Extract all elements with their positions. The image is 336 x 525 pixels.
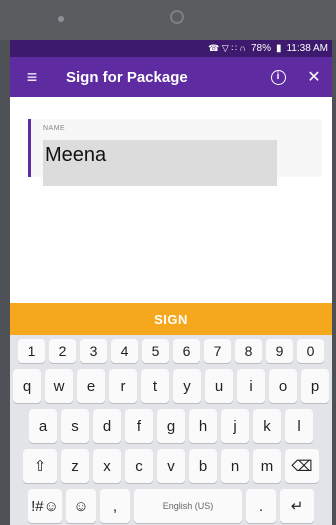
page-title: Sign for Package — [66, 68, 188, 86]
key-1[interactable]: 1 — [18, 339, 45, 363]
key-y[interactable]: y — [173, 369, 201, 403]
info-button[interactable]: i — [260, 57, 296, 97]
key-5[interactable]: 5 — [142, 339, 169, 363]
key-8[interactable]: 8 — [235, 339, 262, 363]
clock: 11:38 AM — [286, 43, 328, 54]
key-m[interactable]: m — [253, 449, 281, 483]
key-x[interactable]: x — [93, 449, 121, 483]
enter-key[interactable]: ↵ — [280, 489, 314, 523]
key-c[interactable]: c — [125, 449, 153, 483]
key-l[interactable]: l — [285, 409, 313, 443]
app-bar: ≡ Sign for Package i ✕ — [10, 57, 332, 97]
keyboard-row-1: q w e r t y u i o p — [12, 369, 330, 403]
key-2[interactable]: 2 — [49, 339, 76, 363]
keyboard-row-2: a s d f g h j k l — [12, 409, 330, 443]
key-z[interactable]: z — [61, 449, 89, 483]
key-w[interactable]: w — [45, 369, 73, 403]
key-f[interactable]: f — [125, 409, 153, 443]
key-p[interactable]: p — [301, 369, 329, 403]
key-4[interactable]: 4 — [111, 339, 138, 363]
battery-icon: ▮ — [275, 43, 282, 54]
key-h[interactable]: h — [189, 409, 217, 443]
soft-keyboard: 1 2 3 4 5 6 7 8 9 0 q w e r t y u i o p … — [10, 335, 332, 525]
key-7[interactable]: 7 — [204, 339, 231, 363]
device-bezel-left — [0, 40, 10, 525]
keyboard-number-row: 1 2 3 4 5 6 7 8 9 0 — [12, 339, 330, 363]
keyboard-row-3: ⇧ z x c v b n m ⌫ — [12, 449, 330, 483]
key-a[interactable]: a — [29, 409, 57, 443]
key-v[interactable]: v — [157, 449, 185, 483]
name-field[interactable]: NAME Meena — [28, 119, 322, 186]
key-i[interactable]: i — [237, 369, 265, 403]
key-o[interactable]: o — [269, 369, 297, 403]
status-bar: ☎ ▽ ∷ ∩ 78% ▮ 11:38 AM — [10, 40, 332, 57]
key-n[interactable]: n — [221, 449, 249, 483]
key-6[interactable]: 6 — [173, 339, 200, 363]
emoji-key[interactable]: ☺ — [66, 489, 96, 523]
key-k[interactable]: k — [253, 409, 281, 443]
name-input[interactable]: Meena — [43, 140, 277, 186]
key-d[interactable]: d — [93, 409, 121, 443]
key-e[interactable]: e — [77, 369, 105, 403]
key-j[interactable]: j — [221, 409, 249, 443]
key-0[interactable]: 0 — [297, 339, 324, 363]
name-field-label: NAME — [43, 125, 66, 132]
period-key[interactable]: . — [246, 489, 276, 523]
space-key[interactable]: English (US) — [134, 489, 242, 523]
hamburger-menu-icon[interactable]: ≡ — [10, 57, 54, 97]
key-9[interactable]: 9 — [266, 339, 293, 363]
sign-button[interactable]: SIGN — [10, 303, 332, 335]
comma-key[interactable]: , — [100, 489, 130, 523]
key-q[interactable]: q — [13, 369, 41, 403]
backspace-key[interactable]: ⌫ — [285, 449, 319, 483]
key-u[interactable]: u — [205, 369, 233, 403]
keyboard-bottom-row: !#☺ ☺ , English (US) . ↵ — [12, 489, 330, 523]
key-b[interactable]: b — [189, 449, 217, 483]
key-s[interactable]: s — [61, 409, 89, 443]
close-icon[interactable]: ✕ — [296, 57, 332, 97]
shift-key[interactable]: ⇧ — [23, 449, 57, 483]
key-r[interactable]: r — [109, 369, 137, 403]
key-g[interactable]: g — [157, 409, 185, 443]
key-t[interactable]: t — [141, 369, 169, 403]
device-bezel-right — [332, 40, 336, 525]
key-3[interactable]: 3 — [80, 339, 107, 363]
status-icons: ☎ ▽ ∷ ∩ — [208, 43, 246, 53]
phone-screen: ☎ ▽ ∷ ∩ 78% ▮ 11:38 AM ≡ Sign for Packag… — [10, 40, 332, 525]
battery-level: 78% — [250, 43, 271, 54]
device-bezel-top — [0, 0, 336, 40]
info-icon: i — [270, 69, 286, 85]
front-camera — [170, 10, 184, 24]
symbols-key[interactable]: !#☺ — [28, 489, 62, 523]
sensor-dot — [58, 16, 64, 22]
